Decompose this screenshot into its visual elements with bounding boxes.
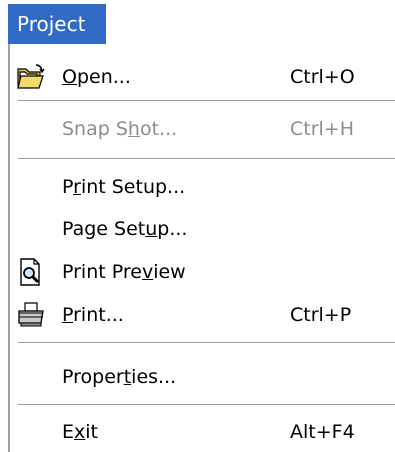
menu-item-shortcut: Alt+F4 bbox=[290, 421, 355, 443]
menu-item-properties[interactable]: Properties... bbox=[10, 356, 395, 398]
menu-separator bbox=[18, 100, 395, 102]
menu-separator bbox=[18, 158, 395, 160]
printer-icon bbox=[16, 301, 46, 329]
menu-item-print-preview[interactable]: Print Preview bbox=[10, 251, 395, 293]
menu-item-label: Exit bbox=[62, 421, 98, 443]
menu-item-label: Properties... bbox=[62, 366, 177, 388]
open-folder-icon bbox=[16, 63, 46, 91]
menu-item-snap-shot[interactable]: Snap Shot... Ctrl+H bbox=[10, 108, 395, 150]
menu-item-print[interactable]: Print... Ctrl+P bbox=[10, 294, 395, 336]
menu-item-label: Print... bbox=[62, 304, 124, 326]
menu-separator bbox=[18, 404, 395, 406]
print-preview-icon bbox=[16, 258, 46, 286]
menu-item-label: Page Setup... bbox=[62, 218, 188, 240]
project-menu-dropdown: Open... Ctrl+O Snap Shot... Ctrl+H Print… bbox=[8, 44, 395, 452]
menu-item-label: Print Setup... bbox=[62, 176, 186, 198]
menu-item-label: Print Preview bbox=[62, 261, 186, 283]
menu-item-exit[interactable]: Exit Alt+F4 bbox=[10, 411, 395, 452]
menu-item-shortcut: Ctrl+H bbox=[290, 118, 355, 140]
menu-item-print-setup[interactable]: Print Setup... bbox=[10, 166, 395, 208]
menu-separator bbox=[18, 342, 395, 344]
menu-item-shortcut: Ctrl+P bbox=[290, 304, 352, 326]
menu-item-label: Snap Shot... bbox=[62, 118, 178, 140]
screen: Project Open... Ctrl+O Snap Shot... Ctrl… bbox=[0, 0, 395, 452]
menu-project[interactable]: Project bbox=[8, 4, 106, 44]
menu-item-open[interactable]: Open... Ctrl+O bbox=[10, 56, 395, 98]
menu-item-label: Open... bbox=[62, 66, 131, 88]
menu-item-shortcut: Ctrl+O bbox=[290, 66, 355, 88]
menu-item-page-setup[interactable]: Page Setup... bbox=[10, 208, 395, 250]
